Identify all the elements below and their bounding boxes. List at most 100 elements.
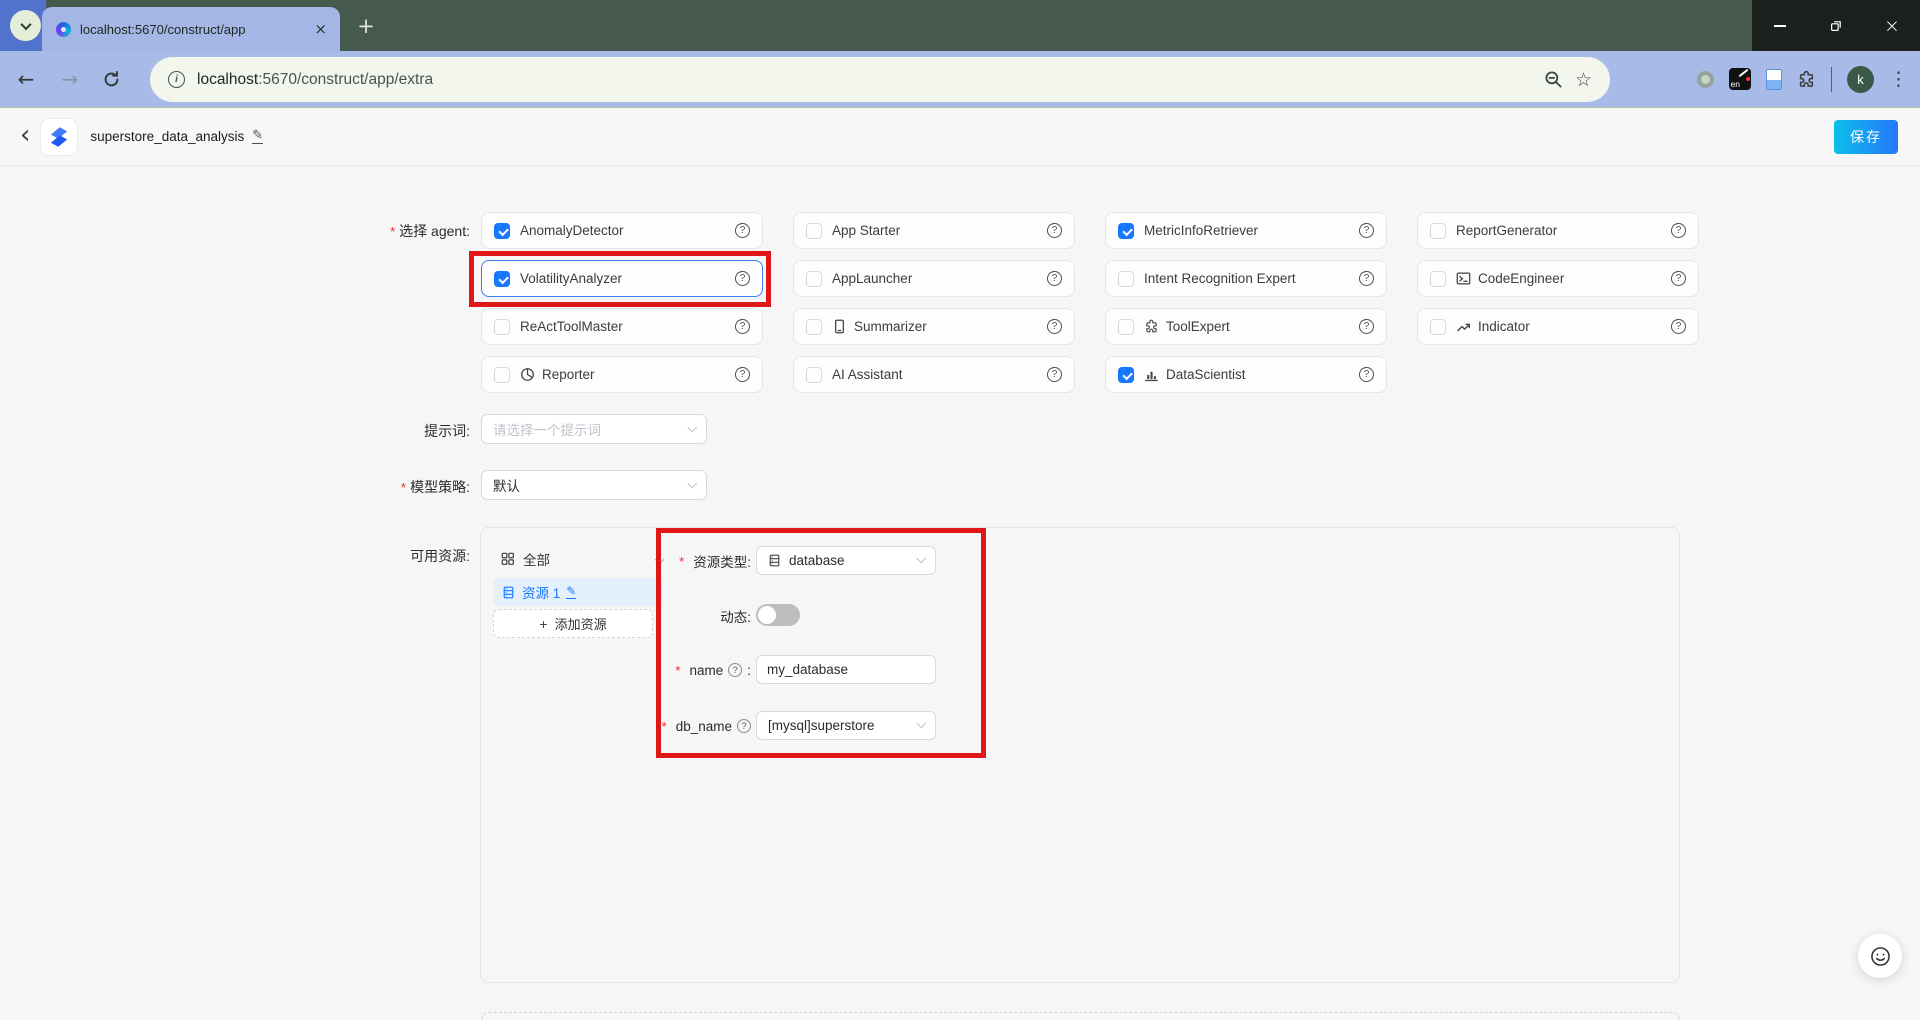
help-icon[interactable]: ? <box>1359 319 1374 334</box>
agent-card-app-starter[interactable]: App Starter? <box>793 212 1075 249</box>
document-extension-icon[interactable] <box>1766 69 1782 90</box>
help-icon[interactable]: ? <box>1671 271 1686 286</box>
help-icon[interactable]: ? <box>735 319 750 334</box>
resources-label: 可用资源: <box>410 546 470 566</box>
save-button[interactable]: 保存 <box>1834 120 1898 154</box>
tab-title: localhost:5670/construct/app <box>80 22 302 37</box>
minimize-button[interactable] <box>1752 0 1808 51</box>
prompt-placeholder: 请选择一个提示词 <box>493 419 601 439</box>
agent-card-reacttoolmaster[interactable]: ReActToolMaster? <box>481 308 763 345</box>
agent-checkbox[interactable] <box>806 223 822 239</box>
agent-card-metricinforetriever[interactable]: MetricInfoRetriever? <box>1105 212 1387 249</box>
agent-label: CodeEngineer <box>1478 271 1564 286</box>
annotation-box-agent <box>469 251 771 307</box>
reload-icon[interactable] <box>102 70 121 89</box>
agent-checkbox[interactable] <box>494 319 510 335</box>
agent-label: Summarizer <box>854 319 927 334</box>
agent-checkbox[interactable] <box>1118 319 1134 335</box>
agent-checkbox[interactable] <box>1430 271 1446 287</box>
agent-checkbox[interactable] <box>1118 271 1134 287</box>
agent-checkbox[interactable] <box>494 223 510 239</box>
puzzle-icon <box>1144 319 1159 334</box>
agent-checkbox[interactable] <box>494 367 510 383</box>
agent-checkbox[interactable] <box>806 319 822 335</box>
agent-checkbox[interactable] <box>1118 367 1134 383</box>
agent-label: ReportGenerator <box>1456 223 1557 238</box>
help-icon[interactable]: ? <box>735 223 750 238</box>
url-host: localhost <box>197 71 258 88</box>
restore-button[interactable] <box>1808 0 1864 51</box>
new-tab-button[interactable]: + <box>352 12 380 40</box>
agent-label: Intent Recognition Expert <box>1144 271 1296 286</box>
strategy-select[interactable]: 默认 <box>481 470 707 500</box>
window-controls: × <box>1752 0 1920 51</box>
strategy-value: 默认 <box>493 475 520 495</box>
agent-checkbox[interactable] <box>806 367 822 383</box>
tab-search-button[interactable] <box>10 10 41 41</box>
agent-card-indicator[interactable]: Indicator? <box>1417 308 1699 345</box>
agent-label: Reporter <box>542 367 595 382</box>
prompt-label: 提示词: <box>424 421 470 441</box>
help-icon[interactable]: ? <box>1359 223 1374 238</box>
agent-checkbox[interactable] <box>806 271 822 287</box>
ime-icon[interactable]: en <box>1729 68 1751 90</box>
agent-checkbox[interactable] <box>1118 223 1134 239</box>
help-icon[interactable]: ? <box>1047 319 1062 334</box>
close-button[interactable]: × <box>1864 0 1920 51</box>
agent-card-reporter[interactable]: Reporter? <box>481 356 763 393</box>
zoom-out-icon[interactable] <box>1544 70 1563 89</box>
prompt-select[interactable]: 请选择一个提示词 <box>481 414 707 444</box>
help-icon[interactable]: ? <box>1047 271 1062 286</box>
agent-card-anomalydetector[interactable]: AnomalyDetector? <box>481 212 763 249</box>
help-icon[interactable]: ? <box>1671 319 1686 334</box>
forward-icon[interactable]: → <box>58 67 82 91</box>
agent-card-ai-assistant[interactable]: AI Assistant? <box>793 356 1075 393</box>
agent-card-reportgenerator[interactable]: ReportGenerator? <box>1417 212 1699 249</box>
browser-toolbar: ← → i localhost:5670/construct/app/extra… <box>0 51 1920 108</box>
agent-checkbox[interactable] <box>1430 319 1446 335</box>
help-icon[interactable]: ? <box>1047 367 1062 382</box>
back-chevron-icon[interactable]: ‹ <box>20 122 30 148</box>
agent-checkbox[interactable] <box>1430 223 1446 239</box>
help-icon[interactable]: ? <box>1047 223 1062 238</box>
agent-card-applauncher[interactable]: AppLauncher? <box>793 260 1075 297</box>
edit-resource-icon[interactable]: ✎ <box>566 585 576 599</box>
agent-label: AnomalyDetector <box>520 223 624 238</box>
feedback-fab[interactable] <box>1858 934 1902 978</box>
restore-icon <box>1829 19 1843 33</box>
back-icon[interactable]: ← <box>14 67 38 91</box>
tree-item-label: 资源 1 <box>522 582 560 602</box>
chevron-down-icon <box>687 422 697 432</box>
smiley-icon <box>1869 945 1892 968</box>
toolbar-separator <box>1831 67 1833 92</box>
profile-avatar[interactable]: k <box>1847 66 1874 93</box>
agent-card-summarizer[interactable]: Summarizer? <box>793 308 1075 345</box>
agent-label: ToolExpert <box>1166 319 1230 334</box>
agent-label: Indicator <box>1478 319 1530 334</box>
agent-label: ReActToolMaster <box>520 319 623 334</box>
extensions-puzzle-icon[interactable] <box>1797 70 1816 89</box>
agent-label: MetricInfoRetriever <box>1144 223 1258 238</box>
agent-label: AppLauncher <box>832 271 912 286</box>
help-icon[interactable]: ? <box>1359 271 1374 286</box>
strategy-label: 模型策略: <box>401 477 470 497</box>
database-icon <box>502 586 515 599</box>
agent-card-intent-recognition-expert[interactable]: Intent Recognition Expert? <box>1105 260 1387 297</box>
site-info-icon[interactable]: i <box>168 71 185 88</box>
agent-card-codeengineer[interactable]: CodeEngineer? <box>1417 260 1699 297</box>
extension-ring-icon[interactable] <box>1697 71 1714 88</box>
tab-close-icon[interactable]: × <box>311 21 330 38</box>
chevron-down-icon <box>687 478 697 488</box>
help-icon[interactable]: ? <box>735 367 750 382</box>
browser-menu-icon[interactable]: ⋮ <box>1889 68 1908 90</box>
agent-card-toolexpert[interactable]: ToolExpert? <box>1105 308 1387 345</box>
help-icon[interactable]: ? <box>1359 367 1374 382</box>
url-bar[interactable]: i localhost:5670/construct/app/extra ☆ <box>150 57 1610 102</box>
tab-favicon-icon <box>56 22 71 37</box>
edit-title-icon[interactable]: ✎ <box>252 129 263 144</box>
agent-card-datascientist[interactable]: DataScientist? <box>1105 356 1387 393</box>
browser-tab[interactable]: localhost:5670/construct/app × <box>42 7 340 51</box>
agent-select-label: 选择 agent: <box>390 221 470 241</box>
help-icon[interactable]: ? <box>1671 223 1686 238</box>
bookmark-star-icon[interactable]: ☆ <box>1575 69 1592 91</box>
